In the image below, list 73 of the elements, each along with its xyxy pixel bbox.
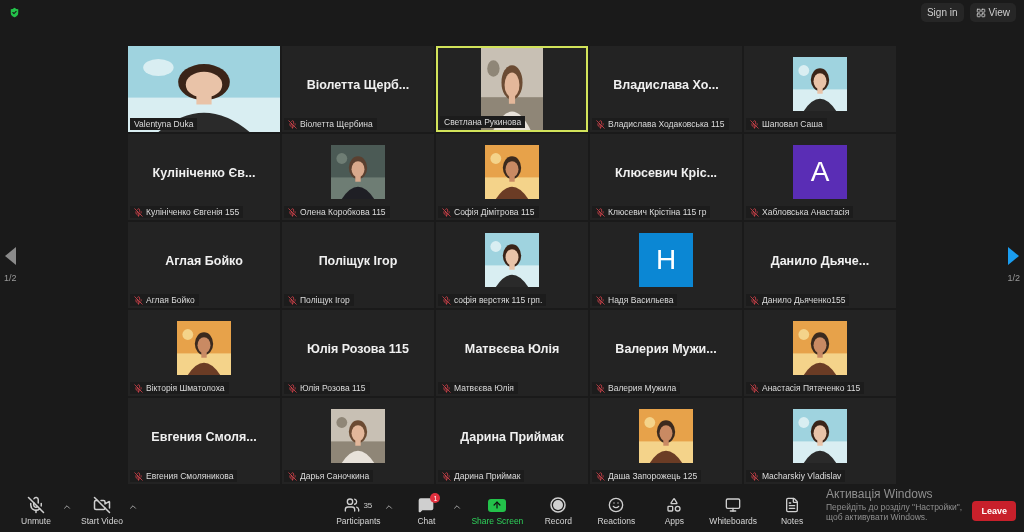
display-name: Аглая Бойко (165, 254, 243, 268)
smiley-icon (608, 497, 625, 513)
participant-name: Аглая Бойко (146, 295, 195, 305)
participant-name: Надя Васильева (608, 295, 674, 305)
participant-name: Валерия Мужила (608, 383, 677, 393)
display-name: Данило Дьяче... (770, 254, 870, 268)
participant-name: Владислава Ходаковська 115 (608, 119, 725, 129)
toolbar-button[interactable]: Start Video (76, 496, 128, 526)
right-arrow-icon (1008, 247, 1020, 265)
display-name: Валерия Мужи... (615, 342, 717, 356)
avatar: H (639, 233, 693, 287)
caret-button[interactable] (62, 502, 72, 512)
grid-icon (975, 7, 986, 18)
participant-count: 35 (363, 500, 373, 510)
display-name: Владислава Хо... (613, 78, 719, 92)
avatar: A (793, 145, 847, 199)
participant-name: Кулініченко Євгенія 155 (146, 207, 240, 217)
participant-name: Евгения Смоляникова (146, 471, 234, 481)
share-screen-icon (488, 498, 507, 512)
participant-name: Софія Дімітрова 115 (454, 207, 535, 217)
chat-icon (418, 497, 435, 513)
activation-message: Перейдіть до розділу "Настройки", щоб активувати Windows. (826, 502, 964, 522)
participant-name: Светлана Рукинова (444, 117, 522, 127)
participant-name: Хабловська Анастасія (762, 207, 850, 217)
display-name: Дарина Приймак (460, 430, 564, 444)
toolbar-button[interactable]: Record (532, 496, 585, 526)
display-name: Віолетта Щерб... (306, 78, 410, 92)
toolbar-button[interactable]: 35 Participants (332, 496, 385, 526)
left-arrow-icon (4, 247, 16, 265)
participant-name: Олена Коробкова 115 (300, 207, 386, 217)
display-name: Евгения Смоля... (151, 430, 257, 444)
toolbar-button[interactable]: Whiteboards (706, 496, 761, 526)
caret-button[interactable] (452, 502, 463, 512)
participant-name: Клюсевич Крістіна 115 гр (608, 207, 707, 217)
caret-button[interactable] (384, 502, 395, 512)
next-page-button[interactable]: 1/2 (1007, 247, 1020, 283)
people-icon (344, 497, 361, 513)
participant-name: Дарина Приймак (454, 471, 521, 481)
sign-in-button[interactable]: Sign in (920, 3, 964, 22)
toolbar-button[interactable]: Reactions (590, 496, 643, 526)
display-name: Кулініченко Єв... (152, 166, 256, 180)
muted-mic-icon (27, 496, 45, 514)
share-screen-button[interactable]: Share Screen (468, 496, 527, 526)
participant-name: софія верстяк 115 грп. (454, 295, 543, 305)
toolbar-button[interactable]: Notes (766, 496, 819, 526)
participant-name: Поліщук Ігор (300, 295, 350, 305)
participant-name: Шаповал Саша (762, 119, 823, 129)
leave-button[interactable]: Leave (972, 501, 1016, 521)
participant-name: Данило Дьяченко155 (762, 295, 846, 305)
participant-name: Valentyna Duka (134, 119, 194, 129)
notes-icon (784, 497, 801, 513)
participant-name: Матвєєва Юлія (454, 383, 514, 393)
video-off-icon (93, 496, 111, 514)
participant-name: Дарья Саночкина (300, 471, 370, 481)
display-name: Юлія Розова 115 (307, 342, 409, 356)
display-name: Поліщук Ігор (318, 254, 398, 268)
display-name: Матвєєва Юлія (464, 342, 560, 356)
participant-name: Даша Запорожець 125 (608, 471, 698, 481)
record-icon (550, 497, 567, 513)
activation-title: Активація Windows (826, 487, 934, 501)
toolbar-button[interactable]: Apps (648, 496, 701, 526)
shield-icon (8, 6, 21, 19)
view-button[interactable]: View (969, 3, 1016, 22)
participant-name: Вікторія Шматолоха (146, 383, 225, 393)
participant-name: Юлія Розова 115 (300, 383, 366, 393)
participant-name: Анастасія Пятаченко 115 (762, 383, 861, 393)
participant-name: Macharskiy Vladislav (762, 471, 842, 481)
display-name: Клюсевич Кріс... (614, 166, 718, 180)
caret-button[interactable] (128, 502, 138, 512)
apps-icon (666, 497, 683, 513)
participant-name: Віолетта Щербина (300, 119, 373, 129)
whiteboard-icon (725, 497, 742, 513)
toolbar-button[interactable]: Unmute (10, 496, 62, 526)
